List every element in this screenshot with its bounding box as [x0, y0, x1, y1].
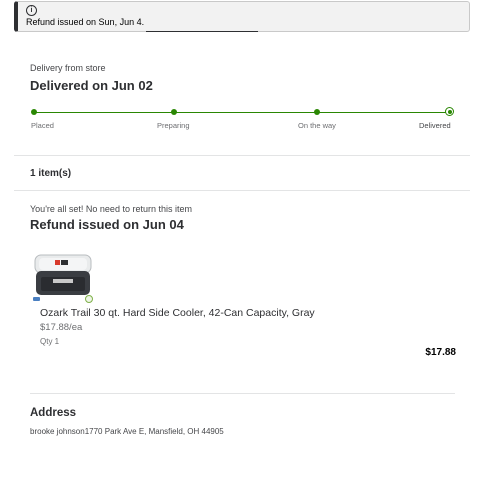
cooler-image[interactable]: [33, 251, 93, 297]
product-unit-price: $17.88/ea: [40, 322, 83, 333]
product-quantity: Qty 1: [40, 337, 60, 346]
delivery-method: Delivery from store: [30, 63, 106, 73]
delivery-status-title: Delivered on Jun 02: [30, 78, 153, 93]
delivery-progress-line: [33, 112, 451, 113]
step-dot-placed: [31, 109, 37, 115]
section-divider: [14, 155, 470, 156]
step-dot-delivered: [445, 107, 454, 116]
step-dot-preparing: [171, 109, 177, 115]
return-note: You're all set! No need to return this i…: [30, 204, 192, 214]
section-divider: [30, 393, 455, 394]
refund-banner: i Refund issued on Sun, Jun 4.: [14, 1, 470, 32]
refund-status-title: Refund issued on Jun 04: [30, 217, 184, 232]
banner-timer-bar: [146, 31, 258, 32]
item-count: 1 item(s): [30, 168, 72, 179]
step-label-placed: Placed: [31, 121, 54, 130]
product-total-price: $17.88: [425, 347, 456, 358]
section-divider: [14, 190, 470, 191]
step-label-on-the-way: On the way: [298, 121, 336, 130]
product-name[interactable]: Ozark Trail 30 qt. Hard Side Cooler, 42-…: [40, 307, 315, 319]
step-dot-on-the-way: [314, 109, 320, 115]
address-title: Address: [30, 407, 77, 419]
step-label-delivered: Delivered: [419, 121, 451, 130]
eco-badge-icon: [85, 295, 93, 303]
badge-icon: [33, 297, 40, 301]
info-icon: i: [26, 5, 37, 16]
refund-banner-message: Refund issued on Sun, Jun 4.: [26, 17, 145, 27]
step-label-preparing: Preparing: [157, 121, 190, 130]
address-line: brooke johnson1770 Park Ave E, Mansfield…: [30, 427, 224, 436]
